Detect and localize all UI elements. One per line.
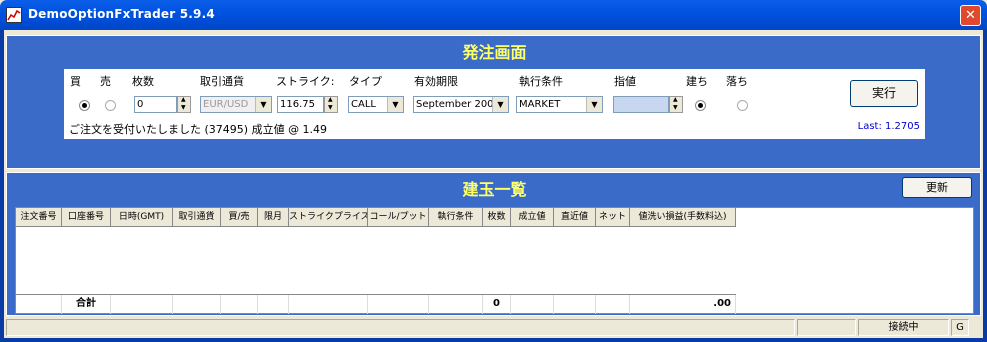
close-button[interactable]: ✕ xyxy=(960,5,981,26)
column-header[interactable]: 執行条件 xyxy=(429,208,483,227)
total-cell xyxy=(173,295,221,314)
status-message: ご注文を受付いたしました (37495) 成立値 @ 1.49 xyxy=(69,123,328,136)
limit-stepper[interactable] xyxy=(669,96,683,113)
sell-label: 売 xyxy=(100,75,111,88)
column-header[interactable]: 値洗い損益(手数料込) xyxy=(630,208,736,227)
total-cell xyxy=(258,295,289,314)
strike-label: ストライク: xyxy=(276,75,335,88)
buy-radio[interactable] xyxy=(79,100,90,111)
condition-label: 執行条件 xyxy=(519,75,563,88)
title-bar: DemoOptionFxTrader 5.9.4 ✕ xyxy=(0,0,987,30)
execute-button[interactable]: 実行 xyxy=(850,80,918,107)
expiry-select[interactable]: September 200 ▼ xyxy=(413,96,509,113)
order-form: 買 売 枚数 取引通貨 ストライク: タイプ 有効期限 執行条件 指値 建ち 落… xyxy=(64,69,925,139)
column-header[interactable]: 成立値 xyxy=(511,208,554,227)
table-header: 注文番号 口座番号 日時(GMT) 取引通貨 買/売 限月 ストライクプライス … xyxy=(16,208,736,227)
sell-radio[interactable] xyxy=(105,100,116,111)
window-frame: 発注画面 買 売 枚数 取引通貨 ストライク: タイプ 有効期限 執行条件 指値… xyxy=(0,30,987,342)
total-quantity: 0 xyxy=(483,295,511,314)
quantity-input[interactable]: 0 xyxy=(134,96,177,113)
total-cell xyxy=(429,295,483,314)
chevron-down-icon: ▼ xyxy=(387,97,403,112)
status-pane-main xyxy=(6,319,795,336)
strike-stepper[interactable] xyxy=(324,96,338,113)
column-header[interactable]: 買/売 xyxy=(221,208,258,227)
open-radio[interactable] xyxy=(695,100,706,111)
last-price: Last: 1.2705 xyxy=(857,121,920,132)
status-bar: 接続中 G xyxy=(6,319,981,338)
column-header[interactable]: ネット xyxy=(596,208,630,227)
strike-input[interactable]: 116.75 xyxy=(277,96,324,113)
type-label: タイプ xyxy=(349,75,382,88)
client-area: 発注画面 買 売 枚数 取引通貨 ストライク: タイプ 有効期限 執行条件 指値… xyxy=(4,30,983,338)
total-cell xyxy=(554,295,596,314)
column-header[interactable]: 直近値 xyxy=(554,208,596,227)
column-header[interactable]: 日時(GMT) xyxy=(111,208,173,227)
type-select-value: CALL xyxy=(351,99,376,110)
refresh-button[interactable]: 更新 xyxy=(902,177,972,198)
connection-status: 接続中 xyxy=(858,319,949,336)
limit-input[interactable] xyxy=(613,96,669,113)
chevron-down-icon: ▼ xyxy=(492,97,508,112)
positions-panel: 建玉一覧 更新 注文番号 口座番号 日時(GMT) 取引通貨 買/売 限月 スト… xyxy=(6,172,981,316)
quantity-label: 枚数 xyxy=(132,75,154,88)
total-pnl: .00 xyxy=(630,295,736,314)
limit-label: 指値 xyxy=(614,75,636,88)
order-panel-title: 発注画面 xyxy=(462,43,527,62)
total-cell xyxy=(111,295,173,314)
currency-select[interactable]: EUR/USD ▼ xyxy=(200,96,272,113)
positions-table: 注文番号 口座番号 日時(GMT) 取引通貨 買/売 限月 ストライクプライス … xyxy=(15,207,974,314)
expiry-select-value: September 200 xyxy=(416,99,494,110)
quantity-stepper[interactable] xyxy=(177,96,191,113)
mode-indicator: G xyxy=(951,319,969,336)
total-cell xyxy=(596,295,630,314)
expiry-label: 有効期限 xyxy=(414,75,458,88)
column-header[interactable]: ストライクプライス xyxy=(289,208,368,227)
total-cell xyxy=(221,295,258,314)
chevron-down-icon: ▼ xyxy=(586,97,602,112)
close-label: 落ち xyxy=(726,75,748,88)
column-header[interactable]: 限月 xyxy=(258,208,289,227)
column-header[interactable]: 取引通貨 xyxy=(173,208,221,227)
total-row: 合計 0 .00 xyxy=(16,294,736,314)
chevron-down-icon: ▼ xyxy=(255,97,271,112)
type-select[interactable]: CALL ▼ xyxy=(348,96,404,113)
column-header[interactable]: 口座番号 xyxy=(62,208,111,227)
column-header[interactable]: コール/プット xyxy=(368,208,429,227)
condition-select-value: MARKET xyxy=(519,99,561,110)
close-radio[interactable] xyxy=(737,100,748,111)
positions-panel-title: 建玉一覧 xyxy=(462,180,527,199)
open-label: 建ち xyxy=(686,75,708,88)
total-cell xyxy=(511,295,554,314)
condition-select[interactable]: MARKET ▼ xyxy=(516,96,603,113)
total-cell xyxy=(368,295,429,314)
order-panel: 発注画面 買 売 枚数 取引通貨 ストライク: タイプ 有効期限 執行条件 指値… xyxy=(6,35,981,169)
currency-label: 取引通貨 xyxy=(200,75,244,88)
status-pane-blank xyxy=(797,319,856,336)
column-header[interactable]: 注文番号 xyxy=(16,208,62,227)
app-icon xyxy=(6,7,22,23)
total-label: 合計 xyxy=(62,295,111,314)
total-cell xyxy=(16,295,62,314)
currency-select-value: EUR/USD xyxy=(203,99,249,110)
buy-label: 買 xyxy=(70,75,81,88)
window-title: DemoOptionFxTrader 5.9.4 xyxy=(28,7,215,21)
total-cell xyxy=(289,295,368,314)
column-header[interactable]: 枚数 xyxy=(483,208,511,227)
